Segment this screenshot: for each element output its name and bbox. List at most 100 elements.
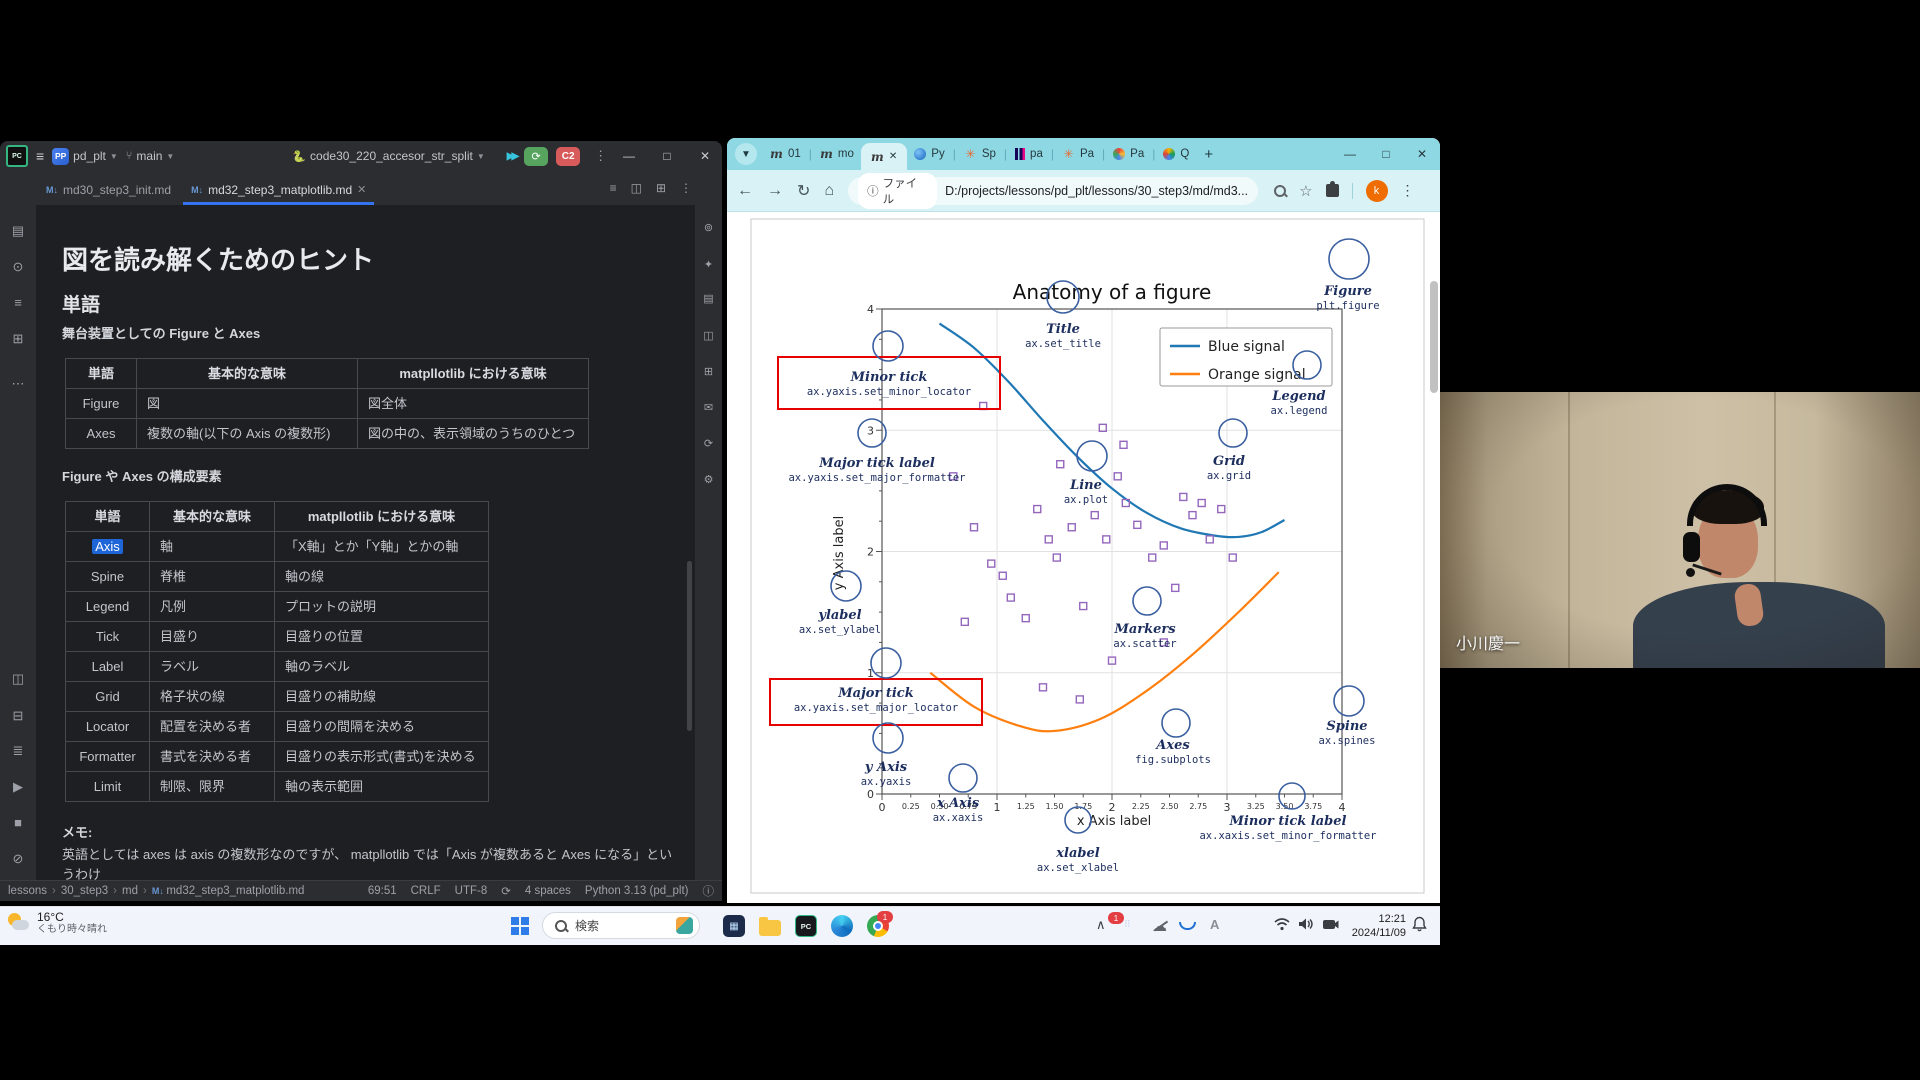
maximize-button[interactable]: □	[1368, 138, 1404, 170]
commit-icon[interactable]: ⊙	[0, 259, 36, 275]
settings-sync-icon[interactable]: ⟳	[695, 437, 722, 450]
taskbar-search[interactable]: 検索	[542, 912, 700, 939]
editor-tab-label: md32_step3_matplotlib.md	[208, 183, 352, 197]
tray-expand-icon[interactable]: ∧	[1096, 917, 1106, 933]
onedrive-paused-icon[interactable]: ☁	[1152, 918, 1167, 935]
line-separator[interactable]: CRLF	[411, 885, 441, 897]
editor-scrollbar[interactable]	[687, 561, 692, 731]
wifi-icon[interactable]	[1274, 917, 1290, 934]
browser-tab[interactable]: m✕	[861, 143, 907, 170]
project-widget[interactable]: PP pd_plt ▼	[52, 148, 118, 165]
page-scrollbar[interactable]	[1430, 281, 1438, 393]
indent-style[interactable]: 4 spaces	[525, 885, 571, 897]
main-menu-icon[interactable]: ≡	[36, 148, 44, 164]
home-icon[interactable]: ⌂	[824, 182, 834, 200]
run-icon[interactable]: ▶	[0, 779, 36, 795]
structure-bottom-icon[interactable]: ≣	[0, 743, 36, 759]
address-bar[interactable]: ⓘ ファイル D:/projects/lessons/pd_plt/lesson…	[848, 177, 1258, 205]
weather-widget[interactable]: 16°C くもり時々晴れ	[8, 910, 107, 936]
browser-menu-icon[interactable]: ⋮	[1401, 182, 1415, 199]
tab-search-icon[interactable]: ▼	[735, 143, 757, 165]
file-encoding[interactable]: UTF-8	[455, 885, 488, 897]
rerun-coverage-button[interactable]: ⟳	[524, 147, 548, 166]
browser-tab[interactable]: mmo	[813, 141, 861, 167]
run-config-widget[interactable]: 🐍 code30_220_accesor_str_split ▼	[292, 149, 484, 163]
annotation-minor-tick: Minor tick	[850, 370, 928, 385]
project-folder-icon[interactable]: ▤	[0, 223, 36, 239]
caret-position[interactable]: 69:51	[368, 885, 397, 897]
python-packages-icon[interactable]: ⊟	[0, 708, 36, 724]
coverage-button[interactable]: C2	[556, 147, 580, 166]
browser-tab[interactable]: pa	[1008, 141, 1050, 167]
browser-tab[interactable]: m01	[763, 141, 808, 167]
more-tools-icon[interactable]: ⋯	[0, 376, 36, 392]
python-interpreter[interactable]: Python 3.13 (pd_plt)	[585, 885, 689, 897]
breadcrumb-segment[interactable]: 30_step3	[61, 885, 108, 897]
taskbar-clock[interactable]: 12:21 2024/11/09	[1352, 912, 1406, 940]
extensions-icon[interactable]	[1326, 184, 1339, 197]
camera-sync-icon[interactable]	[1322, 917, 1339, 933]
toolbar-divider	[1352, 183, 1353, 199]
todo-icon[interactable]: ◫	[0, 671, 36, 687]
close-button[interactable]: ✕	[688, 141, 722, 171]
preview-only-icon[interactable]: ⊞	[656, 181, 666, 195]
table-row: Labelラベル軸のラベル	[66, 652, 489, 682]
settings-icon[interactable]: ⚙	[695, 473, 722, 486]
database-icon[interactable]: ▤	[695, 292, 722, 305]
services-icon[interactable]: ⊞	[0, 331, 36, 347]
browser-tab[interactable]: Py	[907, 141, 951, 167]
pycharm-taskbar-button[interactable]: PC	[794, 914, 818, 938]
browser-tab[interactable]: Pa	[1106, 141, 1151, 167]
breadcrumb-segment[interactable]: md	[122, 885, 138, 897]
minimize-button[interactable]: —	[1332, 138, 1368, 170]
minimize-button[interactable]: —	[612, 141, 646, 171]
back-icon[interactable]: ←	[737, 182, 753, 200]
branch-widget[interactable]: ⑂ main ▼	[126, 149, 175, 163]
zoom-indicator-icon[interactable]	[1274, 185, 1286, 197]
breadcrumb-segment[interactable]: M↓ md32_step3_matplotlib.md	[152, 885, 305, 897]
notification-bell-icon[interactable]	[1412, 916, 1427, 935]
edge-button[interactable]	[830, 914, 854, 938]
structure-icon[interactable]: ≡	[0, 295, 36, 310]
ime-indicator[interactable]: A	[1210, 917, 1219, 932]
coverage-icon[interactable]: ⊞	[695, 365, 722, 378]
editor-tab[interactable]: M↓md32_step3_matplotlib.md✕	[181, 174, 376, 205]
y-tick-label: 4	[867, 303, 874, 316]
reload-icon[interactable]: ↻	[797, 181, 810, 201]
more-actions-icon[interactable]: ⋮	[594, 148, 607, 164]
gradle-icon[interactable]: ◫	[695, 329, 722, 342]
breadcrumb-segment[interactable]: lessons	[8, 885, 47, 897]
bookmark-star-icon[interactable]: ☆	[1299, 182, 1312, 200]
documentation-icon[interactable]: ✉	[695, 401, 722, 414]
info-icon[interactable]: ⓘ	[703, 883, 715, 899]
ai-assistant-icon[interactable]: ✦	[695, 258, 722, 271]
notifications-icon[interactable]: ⊚	[695, 221, 722, 234]
site-info-chip[interactable]: ⓘ ファイル	[858, 173, 937, 209]
close-tab-icon[interactable]: ✕	[357, 183, 366, 196]
taskbar-app-dark[interactable]: ▦	[722, 914, 746, 938]
profile-avatar[interactable]: k	[1366, 180, 1388, 202]
browser-tab[interactable]: Q	[1156, 141, 1196, 167]
start-button[interactable]	[508, 914, 532, 938]
problems-icon[interactable]: ⊘	[0, 851, 36, 867]
volume-icon[interactable]	[1298, 917, 1314, 934]
file-explorer-button[interactable]	[758, 914, 782, 938]
terminal-icon[interactable]: ■	[0, 815, 36, 830]
chrome-button[interactable]: 1	[866, 914, 890, 938]
split-view-icon[interactable]: ◫	[631, 181, 642, 195]
cell: Axes	[66, 419, 137, 449]
column-header: matpllotlib における意味	[358, 359, 589, 389]
close-button[interactable]: ✕	[1404, 138, 1440, 170]
browser-tab[interactable]: ✳Pa	[1055, 141, 1101, 167]
close-tab-icon[interactable]: ✕	[889, 151, 897, 162]
x-tick-label: 4	[1339, 801, 1346, 814]
cell: 目盛り	[150, 622, 275, 652]
maximize-button[interactable]: □	[650, 141, 684, 171]
tab-options-icon[interactable]: ⋮	[680, 181, 692, 195]
forward-icon[interactable]: →	[767, 182, 783, 200]
editor-tab[interactable]: M↓md30_step3_init.md	[36, 174, 181, 205]
browser-tab[interactable]: ✳Sp	[957, 141, 1003, 167]
new-tab-icon[interactable]: +	[1204, 146, 1213, 163]
run-button[interactable]: ▶▶	[507, 151, 516, 162]
editor-only-icon[interactable]: ≡	[610, 181, 617, 195]
